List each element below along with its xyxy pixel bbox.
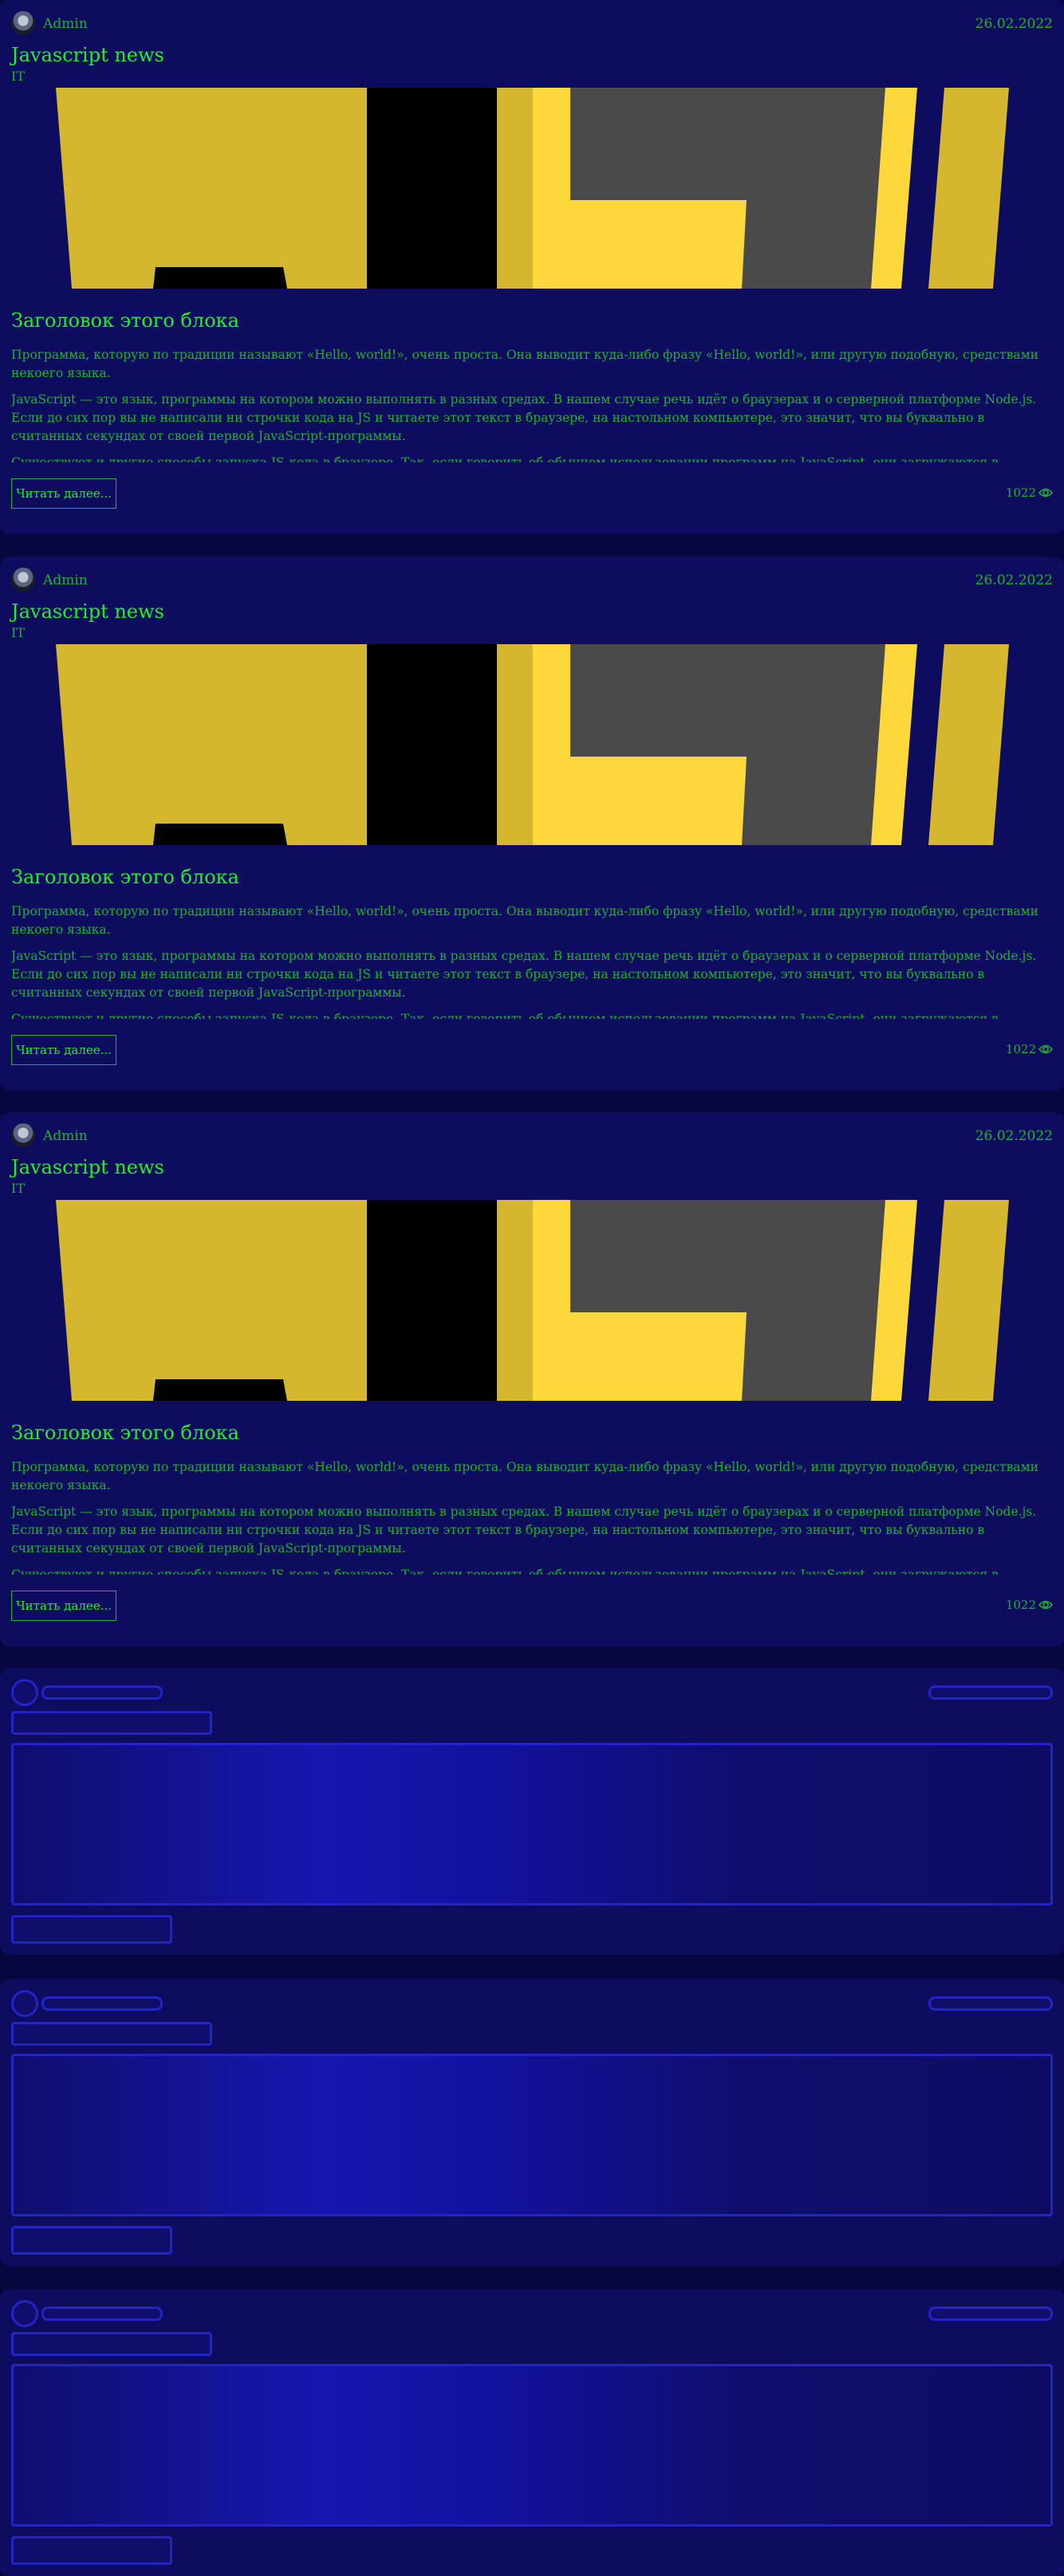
post-card: Admin 26.02.2022 Javascript news IT Заго… <box>0 556 1064 1091</box>
skeleton-button <box>11 1915 172 1944</box>
post-date: 26.02.2022 <box>975 16 1053 32</box>
post-image <box>56 1200 1009 1401</box>
post-card: Admin 26.02.2022 Javascript news IT Заго… <box>0 0 1064 534</box>
post-image <box>56 88 1009 289</box>
post-title[interactable]: Javascript news <box>11 600 164 623</box>
paragraph: Программа, которую по традиции называют … <box>11 1460 1038 1493</box>
post-date: 26.02.2022 <box>975 1128 1053 1144</box>
read-more-button[interactable]: Читать далее... <box>11 478 116 509</box>
author-name[interactable]: Admin <box>43 16 88 32</box>
skeleton-title <box>11 2022 212 2046</box>
paragraph: Существуют и другие способы запуска JS-к… <box>11 1012 999 1019</box>
eye-icon <box>1038 1600 1053 1610</box>
post-excerpt: Программа, которую по традиции называют … <box>11 903 1053 1019</box>
view-count-value: 1022 <box>1005 1598 1036 1612</box>
view-count: 1022 <box>1006 486 1053 500</box>
post-title[interactable]: Javascript news <box>11 1156 164 1178</box>
paragraph: JavaScript — это язык, программы на кото… <box>11 949 1037 1000</box>
skeleton-content <box>11 1743 1053 1905</box>
read-more-button[interactable]: Читать далее... <box>11 1591 116 1621</box>
block-heading: Заголовок этого блока <box>11 1422 239 1444</box>
skeleton-card <box>0 1979 1064 2266</box>
skeleton-card <box>0 2289 1064 2576</box>
read-more-button[interactable]: Читать далее... <box>11 1035 116 1065</box>
author-avatar[interactable] <box>11 568 35 592</box>
skeleton-avatar <box>11 1679 38 1706</box>
post-header: Admin 26.02.2022 <box>11 568 1053 592</box>
post-excerpt: Программа, которую по традиции называют … <box>11 1458 1053 1575</box>
skeleton-author <box>41 2307 163 2321</box>
author-name[interactable]: Admin <box>43 1128 88 1144</box>
skeleton-date <box>928 1996 1053 2011</box>
post-header: Admin 26.02.2022 <box>11 1123 1053 1147</box>
post-image <box>56 644 1009 845</box>
skeleton-avatar <box>11 2300 38 2327</box>
eye-icon <box>1038 1044 1053 1054</box>
eye-icon <box>1038 488 1053 498</box>
paragraph: JavaScript — это язык, программы на кото… <box>11 1504 1037 1555</box>
block-heading: Заголовок этого блока <box>11 309 239 332</box>
author-avatar[interactable] <box>11 11 35 35</box>
paragraph: Программа, которую по традиции называют … <box>11 348 1038 380</box>
skeleton-title <box>11 1711 212 1735</box>
skeleton-card <box>0 1668 1064 1955</box>
skeleton-author <box>41 1685 163 1700</box>
post-category[interactable]: IT <box>11 69 25 84</box>
skeleton-content <box>11 2054 1053 2216</box>
view-count: 1022 <box>1006 1042 1053 1056</box>
author-name[interactable]: Admin <box>43 572 88 588</box>
post-header: Admin 26.02.2022 <box>11 11 1053 35</box>
skeleton-date <box>928 2307 1053 2321</box>
paragraph: Программа, которую по традиции называют … <box>11 904 1038 937</box>
paragraph: JavaScript — это язык, программы на кото… <box>11 392 1037 443</box>
paragraph: Существуют и другие способы запуска JS-к… <box>11 1567 999 1575</box>
skeleton-author <box>41 1996 163 2011</box>
post-card: Admin 26.02.2022 Javascript news IT Заго… <box>0 1112 1064 1646</box>
author-avatar[interactable] <box>11 1123 35 1147</box>
view-count-value: 1022 <box>1005 1042 1036 1056</box>
skeleton-content <box>11 2364 1053 2527</box>
post-date: 26.02.2022 <box>975 572 1053 588</box>
view-count-value: 1022 <box>1005 486 1036 500</box>
skeleton-avatar <box>11 1990 38 2017</box>
view-count: 1022 <box>1006 1598 1053 1612</box>
skeleton-button <box>11 2536 172 2565</box>
post-title[interactable]: Javascript news <box>11 44 164 66</box>
post-excerpt: Программа, которую по традиции называют … <box>11 346 1053 462</box>
skeleton-date <box>928 1685 1053 1700</box>
skeleton-button <box>11 2226 172 2255</box>
paragraph: Существуют и другие способы запуска JS-к… <box>11 455 999 462</box>
skeleton-title <box>11 2332 212 2356</box>
post-category[interactable]: IT <box>11 1181 25 1196</box>
post-category[interactable]: IT <box>11 625 25 640</box>
block-heading: Заголовок этого блока <box>11 866 239 888</box>
